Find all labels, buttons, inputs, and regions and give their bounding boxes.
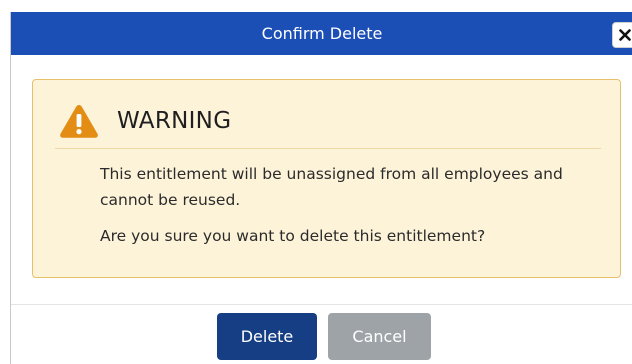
close-icon	[619, 29, 631, 41]
warning-heading: WARNING	[59, 103, 231, 139]
warning-message: This entitlement will be unassigned from…	[100, 165, 563, 209]
confirm-delete-dialog: Confirm Delete WARNING This entitlement …	[10, 12, 632, 364]
warning-title: WARNING	[117, 108, 232, 134]
delete-button[interactable]: Delete	[217, 313, 317, 360]
footer-divider	[11, 304, 632, 305]
dialog-title: Confirm Delete	[261, 24, 383, 43]
dialog-body: WARNING This entitlement will be unassig…	[11, 55, 632, 305]
dialog-header: Confirm Delete	[11, 12, 632, 55]
close-button[interactable]	[612, 22, 632, 48]
cancel-button[interactable]: Cancel	[328, 313, 431, 360]
warning-panel: WARNING This entitlement will be unassig…	[32, 79, 621, 278]
warning-divider	[55, 148, 601, 149]
warning-question: Are you sure you want to delete this ent…	[100, 227, 486, 245]
warning-triangle-icon	[60, 105, 98, 138]
